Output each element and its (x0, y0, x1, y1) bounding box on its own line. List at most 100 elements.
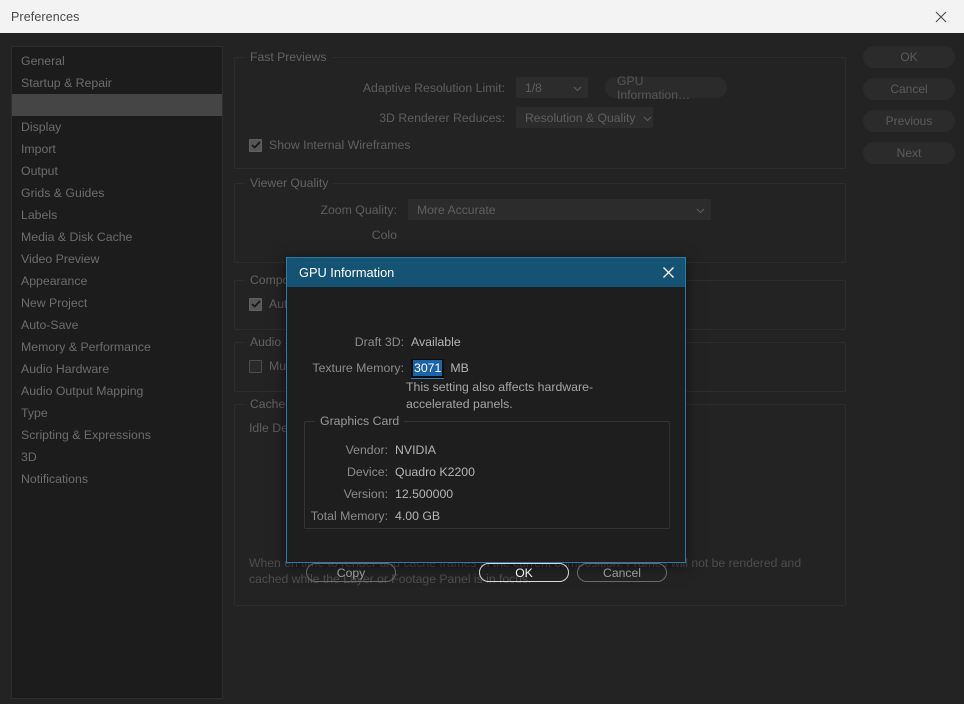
sidebar-item-labels[interactable]: Labels (12, 204, 222, 226)
adaptive-resolution-value: 1/8 (525, 80, 542, 95)
window-title: Preferences (11, 9, 80, 24)
sidebar-item-label: Display (21, 120, 62, 134)
zoom-quality-value: More Accurate (417, 202, 496, 217)
dialog-ok-button[interactable]: OK (479, 563, 569, 582)
group-legend: Viewer Quality (245, 176, 334, 190)
gpu-information-dialog: GPU Information Draft 3D: Available Text… (286, 257, 686, 582)
sidebar-item-label: Import (21, 142, 56, 156)
total-memory-row: Total Memory: 4.00 GB (305, 509, 440, 523)
texture-memory-note: This setting also affects hardware-accel… (406, 380, 594, 411)
sidebar-item-label: Memory & Performance (21, 340, 151, 354)
sidebar-item-label: Auto-Save (21, 318, 79, 332)
chevron-down-icon (573, 81, 582, 95)
sidebar-item-output[interactable]: Output (12, 160, 222, 182)
dialog-cancel-button[interactable]: Cancel (577, 563, 667, 582)
sidebar-item-grids-guides[interactable]: Grids & Guides (12, 182, 222, 204)
renderer-reduces-row: 3D Renderer Reduces: Resolution & Qualit… (235, 107, 835, 128)
sidebar-item-import[interactable]: Import (12, 138, 222, 160)
sidebar-item-label: Scripting & Expressions (21, 428, 151, 442)
graphics-card-group: Graphics Card Vendor: NVIDIA Device: Qua… (304, 414, 670, 529)
color-management-row: Colo (235, 228, 835, 242)
sidebar-item-label: Grids & Guides (21, 186, 105, 200)
vendor-label: Vendor: (345, 443, 388, 457)
sidebar-item-memory-performance[interactable]: Memory & Performance (12, 336, 222, 358)
show-internal-wireframes-label: Show Internal Wireframes (269, 138, 411, 152)
group-legend: Audio (245, 335, 287, 349)
checkbox-audio-mute[interactable] (249, 359, 262, 373)
sidebar-item-auto-save[interactable]: Auto-Save (12, 314, 222, 336)
sidebar-item-label: Audio Output Mapping (21, 384, 144, 398)
copy-button[interactable]: Copy (306, 563, 396, 582)
texture-memory-value: 3071 (413, 360, 443, 376)
checkbox-show-internal-wireframes[interactable] (249, 138, 262, 152)
sidebar-item-selected[interactable] (12, 94, 222, 116)
texture-memory-label: Texture Memory: (312, 361, 404, 375)
next-button[interactable]: Next (863, 142, 955, 164)
gpu-dialog-titlebar: GPU Information (287, 258, 685, 287)
previous-button[interactable]: Previous (863, 110, 955, 132)
version-row: Version: 12.500000 (305, 487, 454, 501)
preferences-window: Preferences General Startup & Repair Dis… (0, 0, 964, 704)
idle-delay-row: Idle Del (249, 421, 291, 435)
device-value: Quadro K2200 (395, 465, 475, 479)
zoom-quality-dropdown[interactable]: More Accurate (408, 199, 711, 220)
sidebar-item-audio-hardware[interactable]: Audio Hardware (12, 358, 222, 380)
sidebar-item-media-disk-cache[interactable]: Media & Disk Cache (12, 226, 222, 248)
sidebar-item-3d[interactable]: 3D (12, 446, 222, 468)
sidebar-item-appearance[interactable]: Appearance (12, 270, 222, 292)
group-viewer-quality: Viewer Quality Zoom Quality: More Accura… (234, 176, 846, 263)
sidebar-item-type[interactable]: Type (12, 402, 222, 424)
close-icon[interactable] (651, 258, 685, 287)
sidebar-item-label: Output (21, 164, 58, 178)
total-memory-value: 4.00 GB (395, 509, 441, 523)
sidebar-item-general[interactable]: General (12, 50, 222, 72)
sidebar-item-scripting-expressions[interactable]: Scripting & Expressions (12, 424, 222, 446)
preferences-sidebar[interactable]: General Startup & Repair Display Import … (11, 46, 223, 699)
renderer-reduces-value: Resolution & Quality (525, 110, 636, 125)
adaptive-resolution-row: Adaptive Resolution Limit: 1/8 GPU Infor… (235, 74, 835, 102)
sidebar-item-label: Video Preview (21, 252, 100, 266)
sidebar-item-label: 3D (21, 450, 37, 464)
sidebar-item-startup-repair[interactable]: Startup & Repair (12, 72, 222, 94)
sidebar-item-audio-output-mapping[interactable]: Audio Output Mapping (12, 380, 222, 402)
sidebar-item-label: General (21, 54, 65, 68)
show-internal-wireframes-row[interactable]: Show Internal Wireframes (249, 138, 410, 152)
group-fast-previews: Fast Previews Adaptive Resolution Limit:… (234, 50, 846, 169)
gpu-information-button[interactable]: GPU Information… (605, 74, 727, 102)
sidebar-item-new-project[interactable]: New Project (12, 292, 222, 314)
sidebar-item-label: Audio Hardware (21, 362, 110, 376)
close-icon[interactable] (918, 0, 964, 33)
color-label: Colo (371, 228, 397, 242)
checkbox-compositing-auto[interactable] (249, 297, 262, 311)
sidebar-item-notifications[interactable]: Notifications (12, 468, 222, 490)
sidebar-item-video-preview[interactable]: Video Preview (12, 248, 222, 270)
dialog-action-buttons: OK Cancel Previous Next (863, 46, 955, 174)
adaptive-resolution-label: Adaptive Resolution Limit: (362, 80, 505, 95)
adaptive-resolution-dropdown[interactable]: 1/8 (516, 77, 588, 98)
idle-delay-label: Idle Del (249, 421, 291, 435)
group-legend: Fast Previews (245, 50, 332, 64)
total-memory-label: Total Memory: (310, 509, 388, 523)
preferences-body: General Startup & Repair Display Import … (0, 33, 964, 704)
draft-3d-row: Draft 3D: Available (304, 335, 461, 349)
vendor-value: NVIDIA (395, 443, 436, 457)
sidebar-item-display[interactable]: Display (12, 116, 222, 138)
version-value: 12.500000 (395, 487, 454, 501)
ok-button[interactable]: OK (863, 46, 955, 68)
sidebar-item-label: Type (21, 406, 48, 420)
sidebar-item-label: Labels (21, 208, 58, 222)
version-label: Version: (343, 487, 388, 501)
sidebar-item-label: New Project (21, 296, 88, 310)
sidebar-item-label: Notifications (21, 472, 88, 486)
renderer-reduces-dropdown[interactable]: Resolution & Quality (516, 107, 653, 128)
cancel-button[interactable]: Cancel (863, 78, 955, 100)
zoom-quality-label: Zoom Quality: (320, 202, 397, 217)
sidebar-item-label: Startup & Repair (21, 76, 112, 90)
window-titlebar: Preferences (0, 0, 964, 33)
chevron-down-icon (696, 203, 705, 217)
draft-3d-value: Available (411, 335, 461, 349)
gpu-dialog-content: Draft 3D: Available Texture Memory: 3071… (287, 287, 685, 582)
texture-memory-input[interactable]: 3071 (411, 359, 445, 379)
texture-memory-unit: MB (450, 361, 469, 375)
texture-memory-row: Texture Memory: 3071 MB (304, 359, 469, 379)
